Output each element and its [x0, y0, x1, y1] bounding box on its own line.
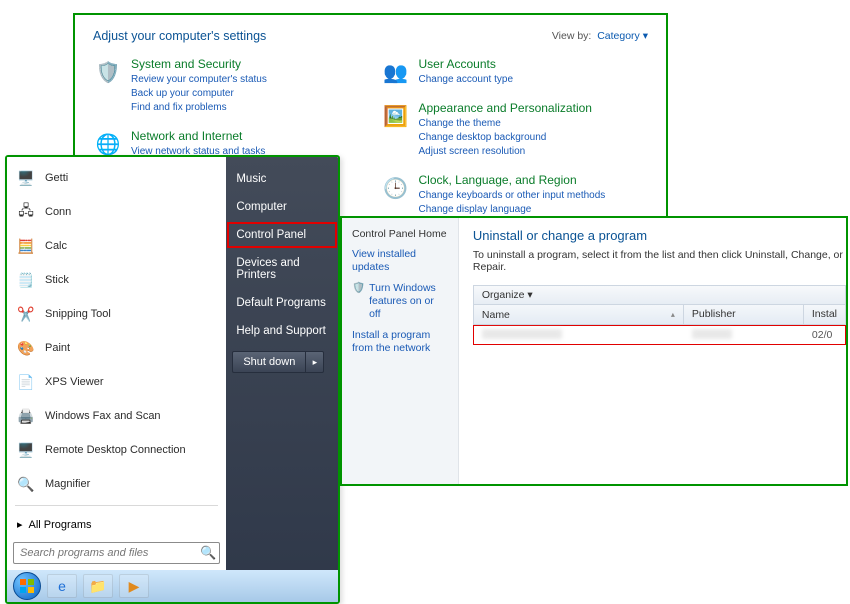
app-icon: 🖨️ — [15, 405, 37, 427]
search-input[interactable] — [13, 542, 220, 564]
program-list-header: Name▴ Publisher Instal — [473, 305, 846, 325]
explorer-icon[interactable]: 📁 — [83, 574, 113, 598]
organize-button[interactable]: Organize ▾ — [473, 285, 846, 305]
category-heading[interactable]: Network and Internet — [131, 129, 309, 143]
start-menu-item[interactable]: 🖥️Remote Desktop Connection — [7, 433, 226, 467]
category-icon: 👥 — [381, 57, 411, 87]
start-menu-left: 🖥️Getti🖧Conn🧮Calc🗒️Stick✂️Snipping Tool🎨… — [7, 157, 226, 570]
start-menu-right-item[interactable]: Control Panel — [226, 221, 338, 249]
search-box[interactable]: 🔍 — [13, 542, 220, 564]
view-installed-updates-link[interactable]: View installed updates — [352, 248, 448, 274]
category-icon: 🖼️ — [381, 101, 411, 131]
app-icon: ✂️ — [15, 303, 37, 325]
col-installed[interactable]: Instal — [804, 305, 845, 324]
start-menu-right: MusicComputerControl PanelDevices and Pr… — [226, 157, 338, 570]
col-publisher[interactable]: Publisher — [684, 305, 804, 324]
app-icon: 🖥️ — [15, 439, 37, 461]
category: 🖼️ Appearance and Personalization Change t… — [381, 101, 649, 159]
start-menu-item[interactable]: 🎨Paint — [7, 331, 226, 365]
shutdown-button[interactable]: Shut down ▸ — [232, 351, 332, 373]
install-from-network-link[interactable]: Install a program from the network — [352, 329, 448, 355]
chevron-right-icon: ▸ — [17, 518, 23, 531]
category-link[interactable]: Review your computer's status — [131, 73, 267, 87]
col-name[interactable]: Name▴ — [474, 305, 684, 324]
uninstall-sidebar: Control Panel Home View installed update… — [342, 218, 459, 484]
category-link[interactable]: Find and fix problems — [131, 101, 267, 115]
app-icon: 🗒️ — [15, 269, 37, 291]
app-icon: 🎨 — [15, 337, 37, 359]
start-menu: 🖥️Getti🖧Conn🧮Calc🗒️Stick✂️Snipping Tool🎨… — [5, 155, 340, 604]
start-menu-right-item[interactable]: Help and Support — [226, 317, 338, 345]
app-icon: 🧮 — [15, 235, 37, 257]
category-heading[interactable]: System and Security — [131, 57, 267, 71]
start-menu-item[interactable]: 🖥️Getti — [7, 161, 226, 195]
shield-icon: 🛡️ — [352, 282, 365, 295]
taskbar: e 📁 ▶ — [7, 570, 338, 602]
app-icon: 📄 — [15, 371, 37, 393]
category-link[interactable]: Change display language — [419, 203, 606, 217]
start-menu-item[interactable]: 🖧Conn — [7, 195, 226, 229]
start-menu-right-item[interactable]: Music — [226, 165, 338, 193]
category: 👥 User Accounts Change account type — [381, 57, 649, 87]
category-heading[interactable]: User Accounts — [419, 57, 514, 71]
media-player-icon[interactable]: ▶ — [119, 574, 149, 598]
category-link[interactable]: Change keyboards or other input methods — [419, 189, 606, 203]
start-menu-right-item[interactable]: Computer — [226, 193, 338, 221]
category-heading[interactable]: Appearance and Personalization — [419, 101, 592, 115]
app-icon: 🖥️ — [15, 167, 37, 189]
windows-features-link[interactable]: 🛡️Turn Windows features on or off — [352, 282, 448, 321]
start-menu-item[interactable]: ✂️Snipping Tool — [7, 297, 226, 331]
control-panel-home-link[interactable]: Control Panel Home — [352, 228, 448, 240]
program-row[interactable]: 02/0 — [473, 325, 846, 345]
start-menu-right-item[interactable]: Default Programs — [226, 289, 338, 317]
search-icon: 🔍 — [200, 545, 216, 561]
category-icon: 🛡️ — [93, 57, 123, 87]
category-link[interactable]: Change account type — [419, 73, 514, 87]
category-icon: 🕒 — [381, 173, 411, 203]
start-menu-item[interactable]: 📄XPS Viewer — [7, 365, 226, 399]
category-link[interactable]: Change desktop background — [419, 131, 592, 145]
control-panel-title: Adjust your computer's settings — [93, 29, 266, 43]
ie-icon[interactable]: e — [47, 574, 77, 598]
start-menu-item[interactable]: 🖨️Windows Fax and Scan — [7, 399, 226, 433]
uninstall-heading: Uninstall or change a program — [473, 228, 846, 243]
category: 🛡️ System and Security Review your compute… — [93, 57, 361, 115]
app-icon: 🔍 — [15, 473, 37, 495]
uninstall-subtext: To uninstall a program, select it from t… — [473, 249, 846, 273]
category-link[interactable]: Change the theme — [419, 117, 592, 131]
app-icon: 🖧 — [15, 201, 37, 223]
all-programs[interactable]: ▸ All Programs — [7, 510, 226, 539]
start-menu-item[interactable]: 🗒️Stick — [7, 263, 226, 297]
chevron-right-icon[interactable]: ▸ — [306, 351, 324, 373]
category-link[interactable]: Adjust screen resolution — [419, 145, 592, 159]
start-orb[interactable] — [13, 572, 41, 600]
start-menu-right-item[interactable]: Devices and Printers — [226, 249, 338, 289]
category-link[interactable]: Back up your computer — [131, 87, 267, 101]
category-heading[interactable]: Clock, Language, and Region — [419, 173, 606, 187]
uninstall-window: Control Panel Home View installed update… — [340, 216, 848, 486]
start-menu-item[interactable]: 🧮Calc — [7, 229, 226, 263]
start-menu-item[interactable]: 🔍Magnifier — [7, 467, 226, 501]
view-by[interactable]: View by: Category ▾ — [552, 30, 648, 42]
category: 🕒 Clock, Language, and Region Change keybo… — [381, 173, 649, 217]
